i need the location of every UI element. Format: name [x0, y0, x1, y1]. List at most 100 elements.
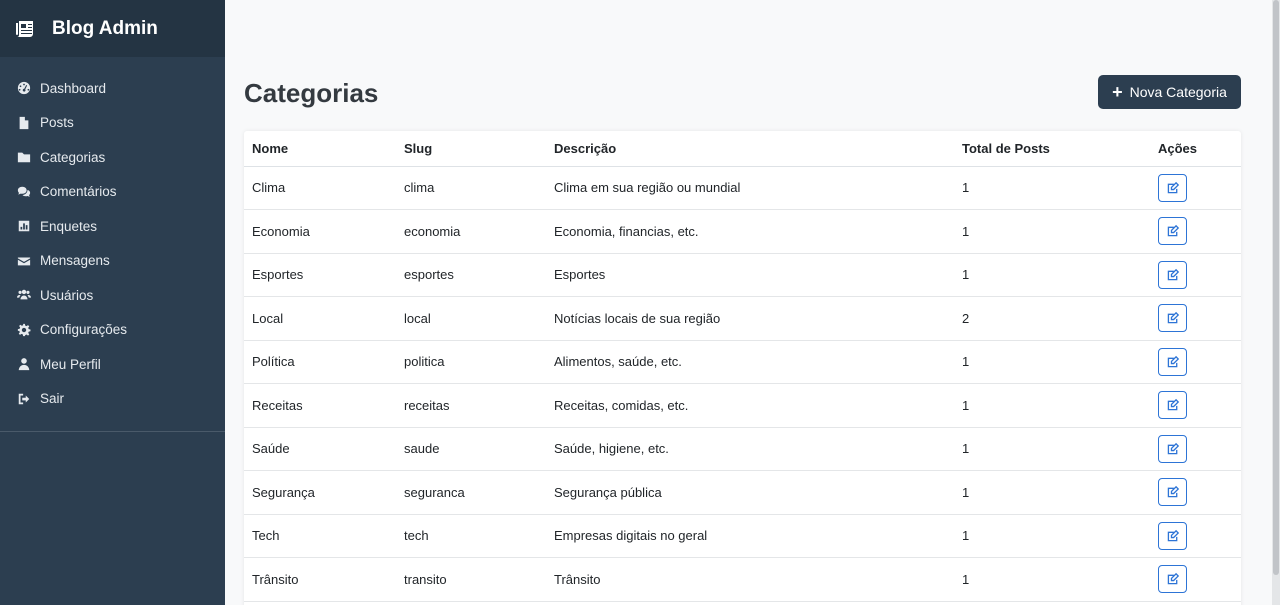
sidebar-item-label: Meu Perfil — [40, 356, 101, 372]
cell-slug: local — [396, 296, 546, 341]
column-header-slug: Slug — [396, 131, 546, 167]
cell-total: 1 — [954, 253, 1150, 297]
cell-nome: Clima — [244, 166, 396, 210]
users-icon — [16, 287, 32, 303]
edit-icon — [1167, 268, 1179, 280]
cell-total: 1 — [954, 514, 1150, 558]
cell-nome: Política — [244, 340, 396, 384]
cell-slug: esportes — [396, 253, 546, 297]
cell-slug: saude — [396, 427, 546, 471]
cell-slug: seguranca — [396, 470, 546, 515]
column-header-acoes: Ações — [1150, 131, 1241, 167]
edit-button[interactable] — [1158, 391, 1187, 420]
cell-acoes — [1150, 340, 1241, 384]
cell-descricao: Segurança pública — [546, 470, 954, 515]
sidebar-item-label: Usuários — [40, 287, 94, 303]
column-header-total-posts: Total de Posts — [954, 131, 1150, 167]
sidebar-item-configuracoes[interactable]: Configurações — [0, 313, 225, 348]
cell-descricao: Economia, financias, etc. — [546, 209, 954, 254]
edit-icon — [1167, 529, 1179, 541]
edit-button[interactable] — [1158, 304, 1187, 333]
edit-button[interactable] — [1158, 521, 1187, 550]
scrollbar-thumb[interactable] — [1273, 0, 1279, 575]
cell-slug: economia — [396, 209, 546, 254]
table-row: Esportes esportes Esportes 1 — [244, 253, 1241, 297]
dashboard-icon — [16, 80, 32, 96]
cell-descricao: Esportes — [546, 253, 954, 297]
edit-icon — [1167, 181, 1179, 193]
edit-icon — [1167, 442, 1179, 454]
table-row: Trânsito transito Trânsito 1 — [244, 557, 1241, 602]
comments-icon — [16, 184, 32, 200]
cell-total: 2 — [954, 296, 1150, 341]
sidebar-item-dashboard[interactable]: Dashboard — [0, 71, 225, 106]
edit-icon — [1167, 486, 1179, 498]
edit-button[interactable] — [1158, 434, 1187, 463]
table-header-row: Nome Slug Descrição Total de Posts Ações — [244, 131, 1241, 167]
gear-icon — [16, 322, 32, 338]
sidebar-item-categorias[interactable]: Categorias — [0, 140, 225, 175]
cell-slug: politica — [396, 340, 546, 384]
cell-slug: tech — [396, 514, 546, 558]
cell-acoes — [1150, 166, 1241, 210]
edit-button[interactable] — [1158, 173, 1187, 202]
newspaper-icon — [14, 19, 34, 39]
edit-button[interactable] — [1158, 260, 1187, 289]
edit-button[interactable] — [1158, 565, 1187, 594]
edit-button[interactable] — [1158, 217, 1187, 246]
vertical-scrollbar[interactable] — [1272, 0, 1280, 605]
cell-nome: Saúde — [244, 427, 396, 471]
brand[interactable]: Blog Admin — [0, 0, 225, 57]
sidebar-item-posts[interactable]: Posts — [0, 106, 225, 141]
new-category-button[interactable]: + Nova Categoria — [1098, 75, 1241, 109]
sidebar-item-sair[interactable]: Sair — [0, 382, 225, 417]
cell-acoes — [1150, 470, 1241, 515]
chart-icon — [16, 218, 32, 234]
cell-total: 1 — [954, 340, 1150, 384]
cell-acoes — [1150, 557, 1241, 602]
cell-descricao: Notícias locais de sua região — [546, 296, 954, 341]
page-title: Categorias — [244, 78, 379, 108]
cell-total: 1 — [954, 427, 1150, 471]
table-row: Receitas receitas Receitas, comidas, etc. 1 — [244, 383, 1241, 428]
table-row: Clima clima Clima em sua região ou mundial… — [244, 166, 1241, 210]
edit-button[interactable] — [1158, 478, 1187, 507]
sidebar-item-enquetes[interactable]: Enquetes — [0, 209, 225, 244]
categories-table: Nome Slug Descrição Total de Posts Ações… — [244, 131, 1241, 602]
cell-total: 1 — [954, 470, 1150, 515]
sidebar-nav: Dashboard Posts Categorias Comentários E… — [0, 57, 225, 416]
user-icon — [16, 356, 32, 372]
sidebar-divider — [0, 431, 225, 432]
folder-icon — [16, 149, 32, 165]
envelope-icon — [16, 253, 32, 269]
cell-nome: Trânsito — [244, 557, 396, 602]
edit-icon — [1167, 225, 1179, 237]
cell-nome: Economia — [244, 209, 396, 254]
sidebar-item-label: Mensagens — [40, 253, 110, 269]
table-row: Tech tech Empresas digitais no geral 1 — [244, 514, 1241, 558]
sidebar-item-label: Enquetes — [40, 218, 98, 234]
main-content: Categorias + Nova Categoria Nome Slug De… — [225, 0, 1272, 605]
edit-icon — [1167, 355, 1179, 367]
cell-nome: Local — [244, 296, 396, 341]
edit-icon — [1167, 312, 1179, 324]
sidebar-item-label: Posts — [40, 115, 74, 131]
cell-slug: clima — [396, 166, 546, 210]
edit-icon — [1167, 399, 1179, 411]
sidebar-item-mensagens[interactable]: Mensagens — [0, 244, 225, 279]
sidebar-item-label: Configurações — [40, 322, 128, 338]
sidebar: Blog Admin Dashboard Posts Categorias Co… — [0, 0, 225, 605]
sidebar-item-usuarios[interactable]: Usuários — [0, 278, 225, 313]
sidebar-item-label: Categorias — [40, 149, 106, 165]
cell-acoes — [1150, 253, 1241, 297]
cell-descricao: Clima em sua região ou mundial — [546, 166, 954, 210]
sidebar-item-comentarios[interactable]: Comentários — [0, 175, 225, 210]
cell-acoes — [1150, 514, 1241, 558]
edit-button[interactable] — [1158, 347, 1187, 376]
cell-slug: receitas — [396, 383, 546, 428]
cell-total: 1 — [954, 209, 1150, 254]
edit-icon — [1167, 573, 1179, 585]
sidebar-item-meu-perfil[interactable]: Meu Perfil — [0, 347, 225, 382]
column-header-descricao: Descrição — [546, 131, 954, 167]
sidebar-item-label: Dashboard — [40, 80, 107, 96]
